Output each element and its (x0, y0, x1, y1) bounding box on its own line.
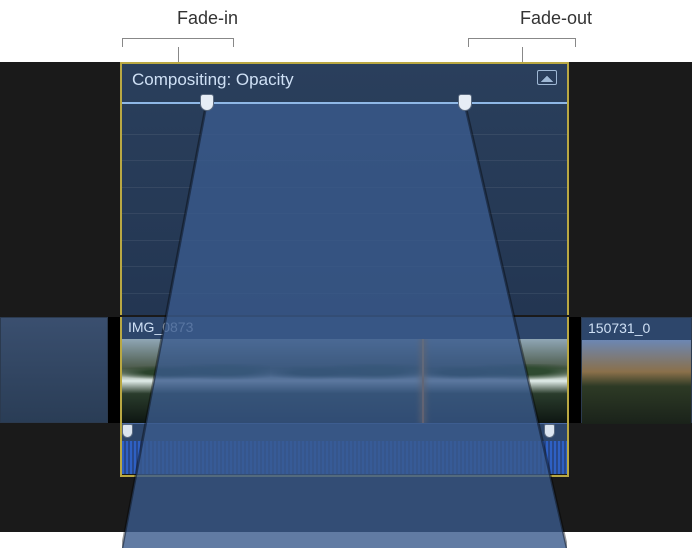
fade-out-handle[interactable] (458, 94, 472, 111)
fade-out-label: Fade-out (520, 8, 592, 29)
callout-row: Fade-in Fade-out (0, 0, 692, 62)
popup-icon[interactable] (537, 70, 557, 85)
fade-out-bracket (468, 38, 576, 48)
video-animation-panel[interactable]: Compositing: Opacity (120, 62, 569, 315)
opacity-control-line[interactable] (122, 102, 567, 104)
timeline-editor: Compositing: Opacity IMG_0873 (0, 62, 692, 532)
clip-title: 150731_0 (582, 318, 691, 340)
animation-parameter-title: Compositing: Opacity (132, 70, 294, 90)
clip-previous[interactable] (0, 317, 108, 423)
clip-thumbnails (582, 340, 691, 424)
fade-in-label: Fade-in (177, 8, 238, 29)
fade-shape (122, 103, 567, 548)
fade-in-handle[interactable] (200, 94, 214, 111)
clip-next[interactable]: 150731_0 (581, 317, 692, 423)
fade-in-bracket (122, 38, 234, 48)
